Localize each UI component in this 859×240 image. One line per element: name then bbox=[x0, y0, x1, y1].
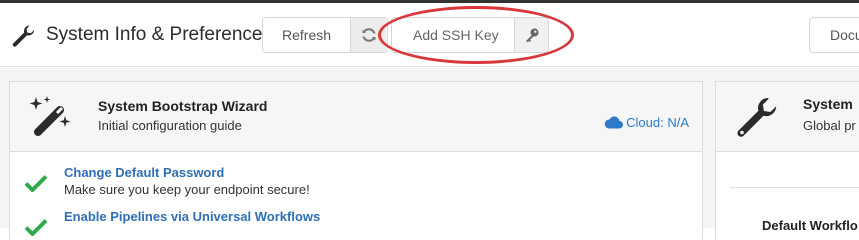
cloud-icon bbox=[604, 116, 624, 129]
card-subtitle: Global pr bbox=[803, 118, 856, 133]
card-header: System Bootstrap Wizard Initial configur… bbox=[10, 82, 702, 152]
card-header: System Global pr bbox=[716, 82, 859, 152]
change-password-link[interactable]: Change Default Password bbox=[64, 165, 224, 180]
task-item: Enable Pipelines via Universal Workflows bbox=[10, 209, 702, 240]
wrench-icon bbox=[737, 98, 777, 137]
default-workflow-label: Default Workflo bbox=[762, 218, 858, 233]
task-item: Change Default Password Make sure you ke… bbox=[10, 165, 702, 205]
task-description: Make sure you keep your endpoint secure! bbox=[64, 182, 310, 197]
cloud-status-text: Cloud: N/A bbox=[626, 115, 689, 130]
card-title: System Bootstrap Wizard bbox=[98, 98, 268, 114]
refresh-icon bbox=[350, 18, 387, 52]
key-icon bbox=[514, 18, 548, 52]
page-header: System Info & Preferences Refresh Add SS… bbox=[0, 3, 859, 67]
system-card: System Global pr Default Workflo bbox=[715, 81, 859, 240]
wrench-icon bbox=[12, 25, 35, 47]
check-icon bbox=[24, 219, 48, 236]
add-ssh-key-button[interactable]: Add SSH Key bbox=[391, 17, 549, 53]
bootstrap-wizard-card: System Bootstrap Wizard Initial configur… bbox=[9, 81, 703, 240]
add-ssh-key-label: Add SSH Key bbox=[392, 18, 514, 52]
card-title: System bbox=[803, 96, 853, 112]
enable-pipelines-link[interactable]: Enable Pipelines via Universal Workflows bbox=[64, 209, 320, 224]
check-icon bbox=[24, 175, 48, 192]
card-subtitle: Initial configuration guide bbox=[98, 118, 242, 133]
docs-button[interactable]: Docu bbox=[809, 17, 859, 53]
refresh-button[interactable]: Refresh bbox=[262, 17, 388, 53]
refresh-label: Refresh bbox=[263, 18, 351, 52]
cloud-status[interactable]: Cloud: N/A bbox=[604, 115, 689, 130]
divider bbox=[730, 187, 859, 188]
content-area: System Bootstrap Wizard Initial configur… bbox=[0, 68, 859, 240]
magic-wand-icon bbox=[29, 96, 71, 136]
page-title: System Info & Preferences bbox=[46, 24, 272, 45]
